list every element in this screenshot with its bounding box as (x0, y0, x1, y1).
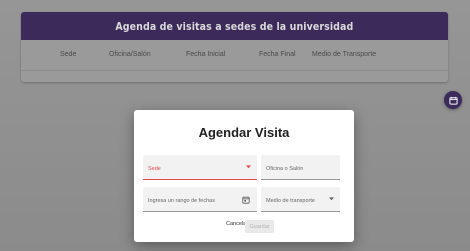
date-range-placeholder: Ingresa un rango de fechas (148, 198, 215, 204)
dialog-actions: Cancelar Guardar (134, 220, 354, 234)
column-header-fecha-final[interactable]: Fecha Final (259, 51, 296, 58)
column-header-oficina[interactable]: Oficina/Salón (109, 51, 151, 58)
column-header-fecha-inicial[interactable]: Fecha Inicial (186, 51, 225, 58)
schedule-visit-dialog: Agendar Visita Sede Oficina o Salón Ingr… (134, 110, 354, 242)
transport-select[interactable]: Medio de transporte (261, 187, 340, 212)
oficina-input[interactable]: Oficina o Salón (261, 155, 340, 180)
chevron-down-icon (246, 165, 251, 169)
column-header-medio-transporte[interactable]: Medio de Transporte (312, 51, 376, 58)
calendar-icon[interactable] (242, 196, 250, 204)
header-banner: Agenda de visitas a sedes de la universi… (21, 12, 448, 40)
transport-placeholder: Medio de transporte (266, 198, 315, 204)
oficina-placeholder: Oficina o Salón (266, 166, 304, 172)
sede-label: Sede (148, 166, 161, 172)
save-button[interactable]: Guardar (245, 220, 274, 233)
date-range-input[interactable]: Ingresa un rango de fechas (143, 187, 257, 212)
column-header-sede[interactable]: Sede (60, 51, 76, 58)
calendar-add-icon (448, 96, 458, 105)
page-title: Agenda de visitas a sedes de la universi… (115, 19, 354, 33)
add-visit-button[interactable] (444, 91, 462, 109)
visits-card: Agenda de visitas a sedes de la universi… (21, 12, 448, 82)
sede-select[interactable]: Sede (143, 155, 257, 180)
chevron-down-icon (329, 197, 334, 201)
dialog-title: Agendar Visita (198, 125, 290, 140)
table-header: Sede Oficina/Salón Fecha Inicial Fecha F… (21, 40, 448, 71)
